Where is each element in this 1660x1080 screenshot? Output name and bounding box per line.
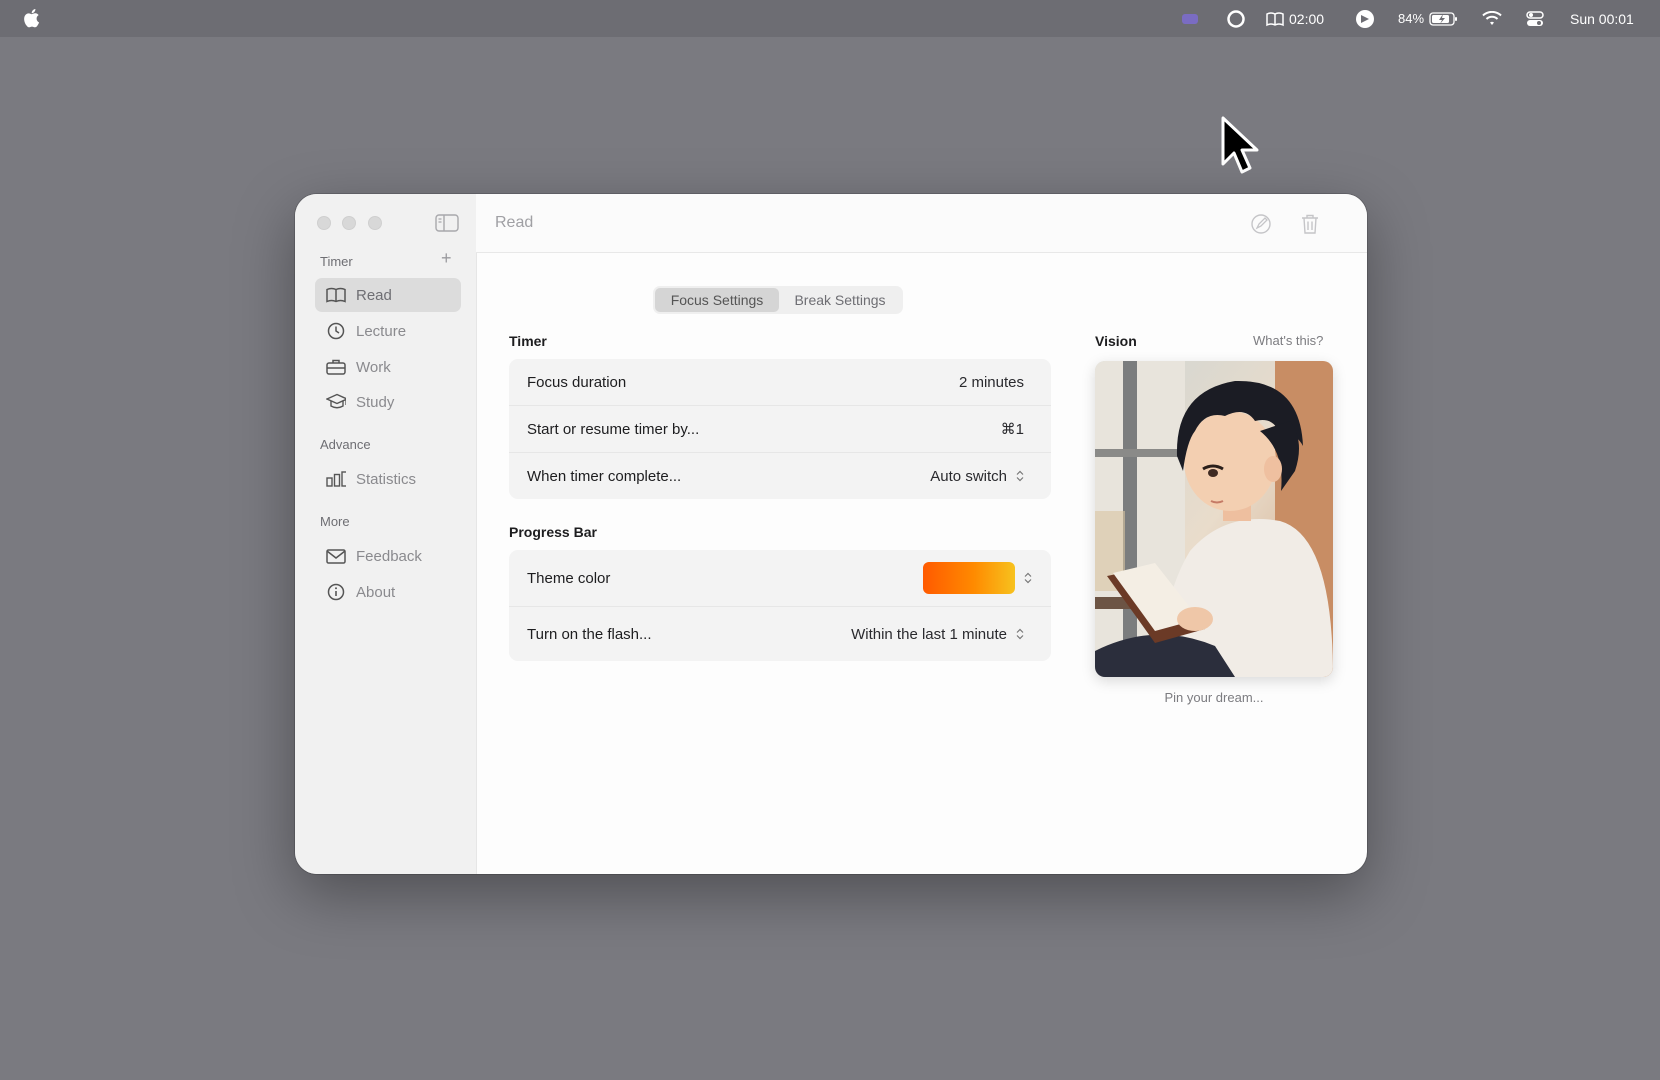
minimize-window-button[interactable] [342,216,356,230]
tab-break-settings[interactable]: Break Settings [779,288,901,312]
mouse-cursor-icon [1221,116,1259,174]
flash-value: Within the last 1 minute [851,625,1007,643]
bar-chart-icon [326,469,346,489]
vision-title: Vision [1095,333,1137,349]
control-center-icon[interactable] [1526,0,1544,37]
menubar-clock[interactable]: Sun 00:01 [1570,0,1634,37]
clock-text: Sun 00:01 [1570,10,1634,27]
progress-settings-group: Theme color Turn on the flash... Within … [509,550,1051,661]
tab-focus-settings[interactable]: Focus Settings [655,288,779,312]
flash-row[interactable]: Turn on the flash... Within the last 1 m… [509,606,1051,661]
sidebar-item-label: About [356,583,396,601]
menubar-timer-text: 02:00 [1289,10,1325,27]
zoom-window-button[interactable] [368,216,382,230]
up-down-chevron-icon [1016,628,1024,640]
sidebar-item-label: Study [356,393,395,411]
sidebar-item-about[interactable]: About [315,575,461,609]
whats-this-link[interactable]: What's this? [1253,333,1323,348]
sidebar-item-feedback[interactable]: Feedback [315,539,461,573]
add-timer-button[interactable]: + [441,249,452,267]
timer-section-title: Timer [509,333,547,349]
sidebar-item-study[interactable]: Study [315,385,461,419]
timer-settings-group: Focus duration 2 minutes Start or resume… [509,359,1051,499]
flash-select[interactable]: Within the last 1 minute [851,626,1024,643]
graduation-cap-icon [326,392,346,412]
battery-percent: 84% [1398,11,1425,26]
theme-color-select[interactable] [923,562,1032,594]
row-label: Start or resume timer by... [527,420,700,438]
sidebar-item-label: Lecture [356,322,407,340]
row-label: Theme color [527,569,611,587]
circle-status-icon[interactable] [1226,0,1246,37]
battery-status[interactable]: 84% [1398,0,1459,37]
timer-complete-select[interactable]: Auto switch [930,468,1024,485]
close-window-button[interactable] [317,216,331,230]
sidebar: Timer + Read Lecture Work Study Advance … [295,194,477,874]
sidebar-item-label: Read [356,286,392,304]
reading-boy-illustration [1095,361,1333,677]
progress-section-title: Progress Bar [509,524,597,540]
vision-caption: Pin your dream... [1164,690,1264,705]
title-bar [476,194,1367,253]
vision-image[interactable] [1095,361,1333,677]
battery-icon [1429,11,1458,26]
row-label: Turn on the flash... [527,625,652,643]
briefcase-icon [326,357,346,377]
sidebar-item-work[interactable]: Work [315,350,461,384]
up-down-chevron-icon [1016,470,1024,482]
envelope-icon [326,546,346,566]
trash-icon[interactable] [1300,213,1320,235]
sidebar-item-label: Work [356,358,391,376]
menubar-timer[interactable]: 02:00 [1266,0,1324,37]
info-icon [326,582,346,602]
pixelmator-icon[interactable] [1355,0,1375,37]
theme-color-row[interactable]: Theme color [509,550,1051,606]
up-down-chevron-icon [1024,572,1032,584]
focus-duration-value[interactable]: 2 minutes [959,374,1024,391]
book-icon [1266,11,1284,26]
shortcut-value[interactable]: ⌘1 [1001,420,1024,438]
menu-bar: 02:00 84% Sun 00:01 [0,0,1660,37]
sidebar-item-read[interactable]: Read [315,278,461,312]
start-resume-shortcut-row[interactable]: Start or resume timer by... ⌘1 [509,405,1051,452]
theme-color-swatch [923,562,1015,594]
settings-tabs: Focus Settings Break Settings [653,286,903,314]
menu-extra-icon[interactable] [1180,0,1200,37]
sidebar-section-timer: Timer [320,254,353,269]
sidebar-section-advance: Advance [320,437,371,452]
apple-logo-icon[interactable] [22,8,40,28]
sidebar-toggle-icon[interactable] [435,214,459,232]
timer-complete-value: Auto switch [930,467,1007,485]
row-label: When timer complete... [527,467,682,485]
timer-complete-row[interactable]: When timer complete... Auto switch [509,452,1051,499]
book-icon [326,285,346,305]
row-label: Focus duration [527,373,627,391]
screen-record-icon [1182,13,1198,24]
wifi-icon[interactable] [1481,0,1503,37]
sidebar-section-more: More [320,514,350,529]
app-window: Timer + Read Lecture Work Study Advance … [295,194,1367,874]
edit-disabled-icon[interactable] [1250,213,1272,235]
sidebar-item-label: Statistics [356,470,417,488]
sidebar-item-statistics[interactable]: Statistics [315,462,461,496]
sidebar-item-label: Feedback [356,547,422,565]
page-title: Read [495,214,534,231]
focus-duration-row[interactable]: Focus duration 2 minutes [509,359,1051,405]
sidebar-item-lecture[interactable]: Lecture [315,314,461,348]
clock-icon [326,321,346,341]
